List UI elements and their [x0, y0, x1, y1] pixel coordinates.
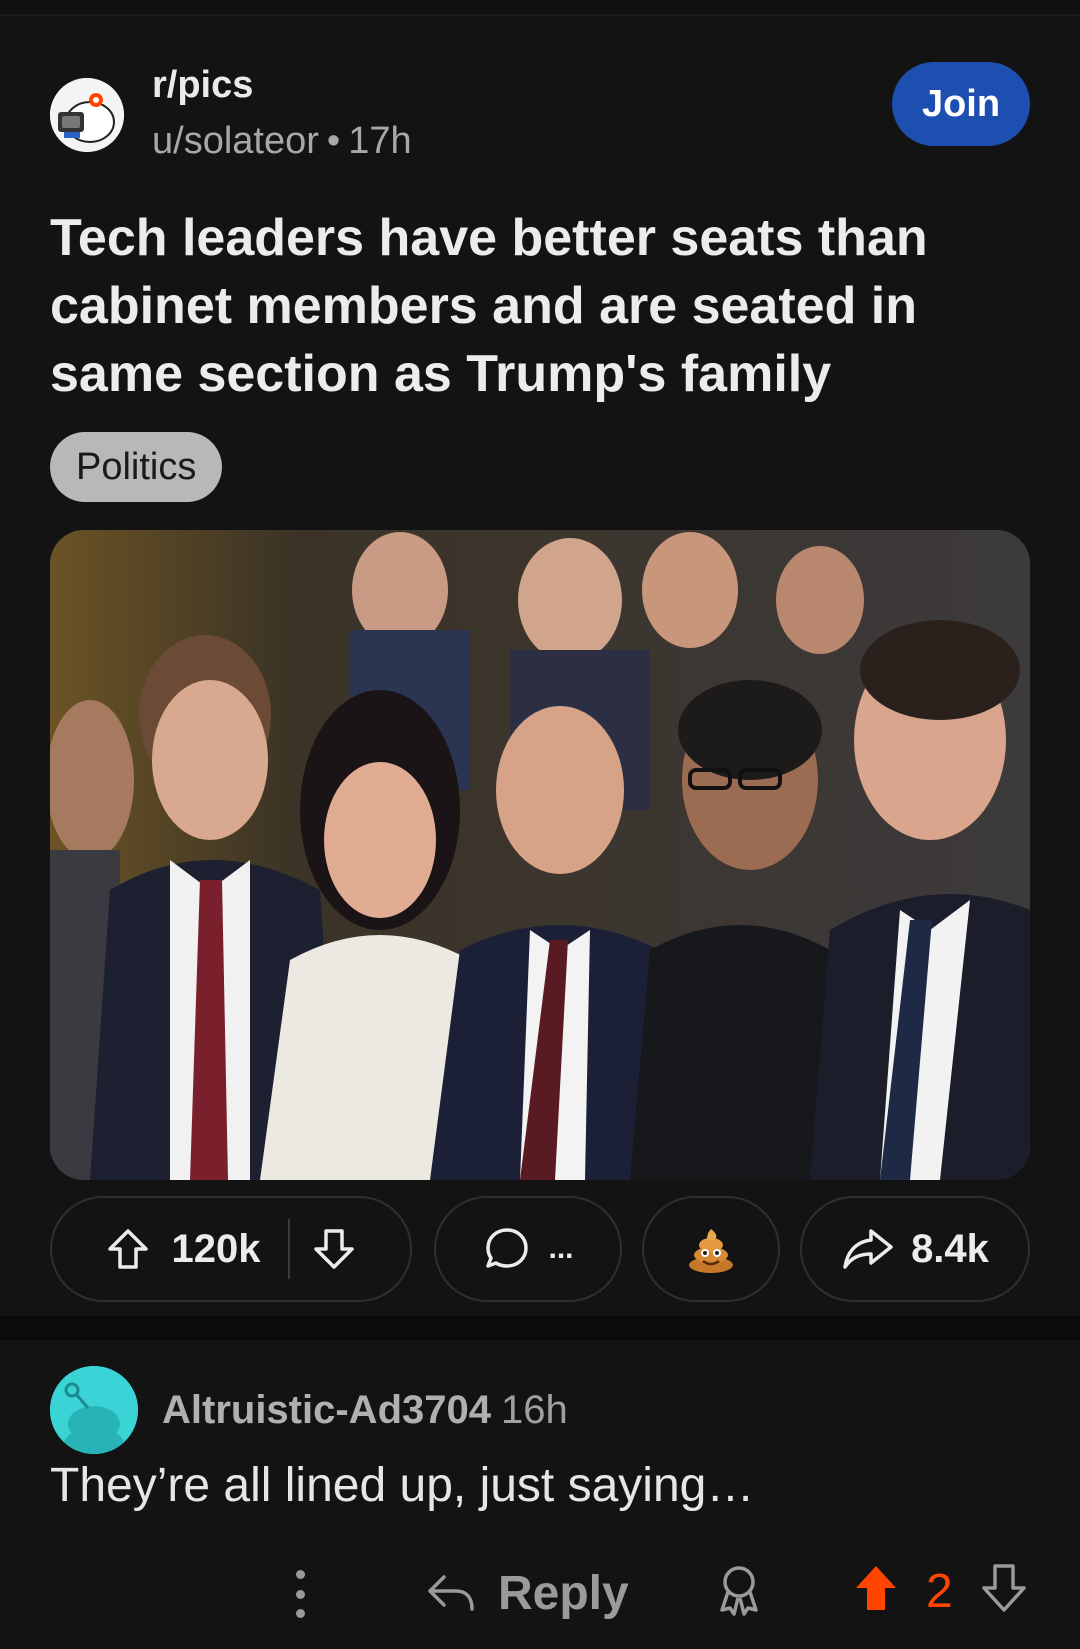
- upvote-count: 120k: [171, 1226, 261, 1271]
- subreddit-avatar[interactable]: [50, 78, 124, 152]
- share-arrow-icon: [841, 1225, 895, 1273]
- award-button[interactable]: [642, 1196, 780, 1302]
- upvote-active-icon[interactable]: [852, 1562, 900, 1619]
- vote-control: 120k: [50, 1196, 412, 1302]
- comment-meta: Altruistic-Ad3704 16h: [162, 1388, 568, 1433]
- reply-button[interactable]: Reply: [424, 1558, 629, 1628]
- comment-age: 16h: [500, 1388, 568, 1432]
- downvote-icon[interactable]: [980, 1562, 1028, 1619]
- more-options-icon[interactable]: [282, 1564, 318, 1624]
- post-meta: u/solateor • 17h: [152, 120, 412, 163]
- post-image[interactable]: [50, 530, 1030, 1180]
- share-button[interactable]: 8.4k: [800, 1196, 1030, 1302]
- comment-count: ...: [548, 1232, 574, 1265]
- comment-bubble-icon: [482, 1224, 532, 1274]
- comment-username[interactable]: Altruistic-Ad3704: [162, 1388, 491, 1432]
- vote-divider: [288, 1219, 291, 1279]
- post-age: 17h: [348, 120, 412, 162]
- upvote-icon[interactable]: [104, 1225, 152, 1273]
- comment-actions: Reply 2: [0, 1558, 1080, 1638]
- award-ribbon-icon[interactable]: [714, 1562, 764, 1623]
- post-author[interactable]: u/solateor: [152, 120, 319, 162]
- downvote-icon[interactable]: [310, 1225, 358, 1273]
- reply-label: Reply: [498, 1566, 629, 1620]
- poop-emoji-award-icon: [685, 1223, 737, 1275]
- photo-of-group-icon: [50, 530, 1030, 1180]
- share-count: 8.4k: [911, 1226, 989, 1271]
- post-flair[interactable]: Politics: [50, 432, 223, 502]
- commenter-avatar[interactable]: [50, 1366, 138, 1454]
- section-divider: [0, 1316, 1080, 1340]
- subreddit-name[interactable]: r/pics: [152, 64, 253, 107]
- comment-score: 2: [926, 1565, 953, 1618]
- reply-arrow-icon: [424, 1571, 476, 1615]
- post-title[interactable]: Tech leaders have better seats than cabi…: [50, 204, 1040, 408]
- meta-separator: •: [326, 120, 341, 162]
- comments-button[interactable]: ...: [434, 1196, 622, 1302]
- join-button[interactable]: Join: [892, 62, 1030, 146]
- comment-body: They’re all lined up, just saying…: [50, 1459, 755, 1512]
- comment-card: Altruistic-Ad3704 16h They’re all lined u…: [0, 1340, 1080, 1649]
